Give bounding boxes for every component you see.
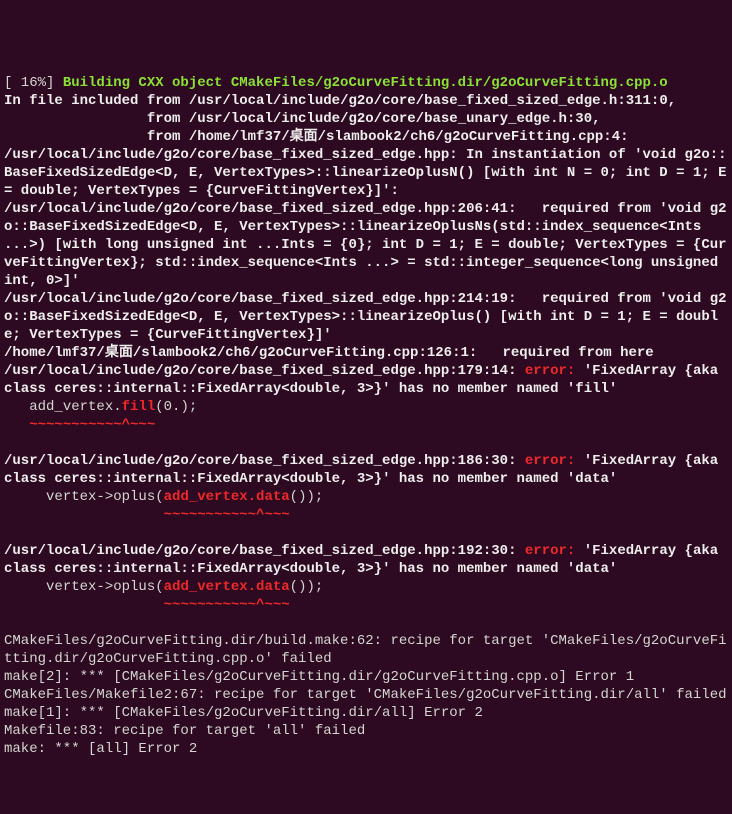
make-output: make[2]: *** [CMakeFiles/g2oCurveFitting… (4, 669, 634, 685)
caret-underline: ~~~~~~~~~~~^~~~ (4, 597, 290, 613)
colon: : (620, 129, 628, 145)
code-snippet: ()); (290, 579, 324, 595)
code-snippet: (0.); (155, 399, 197, 415)
code-snippet: ()); (290, 489, 324, 505)
include-prefix: from (4, 111, 189, 127)
file-loc: /usr/local/include/g2o/core/base_fixed_s… (4, 147, 458, 163)
error-label: error: (525, 543, 575, 559)
member-name: data (575, 561, 609, 577)
include-path: /home/lmf37/桌面/slambook2/ch6/g2oCurveFit… (189, 129, 620, 145)
file-loc: /home/lmf37/桌面/slambook2/ch6/g2oCurveFit… (4, 345, 477, 361)
code-snippet: vertex->oplus( (4, 579, 164, 595)
progress: [ 16%] (4, 75, 63, 91)
make-output: CMakeFiles/g2oCurveFitting.dir/build.mak… (4, 633, 727, 667)
make-output: CMakeFiles/Makefile2:67: recipe for targ… (4, 687, 727, 703)
text: required from ' (516, 201, 667, 217)
make-output: Makefile:83: recipe for target 'all' fai… (4, 723, 365, 739)
error-token: fill (122, 399, 156, 415)
error-token: add_vertex.data (164, 579, 290, 595)
make-output: make[1]: *** [CMakeFiles/g2oCurveFitting… (4, 705, 483, 721)
include-prefix: In file included from (4, 93, 189, 109)
text: In instantiation of ' (458, 147, 643, 163)
text: ' (71, 273, 79, 289)
text: ' has no member named ' (382, 471, 575, 487)
text: ': (382, 183, 399, 199)
caret-underline: ~~~~~~~~~~~^~~~ (4, 507, 290, 523)
text: ' (575, 453, 592, 469)
error-label: error: (525, 363, 575, 379)
text: ' (609, 471, 617, 487)
make-output: make: *** [all] Error 2 (4, 741, 197, 757)
space (516, 363, 524, 379)
file-loc: /usr/local/include/g2o/core/base_fixed_s… (4, 363, 516, 379)
member-name: fill (575, 381, 609, 397)
code-snippet: vertex->oplus( (4, 489, 164, 505)
text: ' has no member named ' (382, 561, 575, 577)
include-path: /usr/local/include/g2o/core/base_unary_e… (189, 111, 592, 127)
text: ' has no member named ' (382, 381, 575, 397)
text: required from ' (516, 291, 667, 307)
error-token: add_vertex.data (164, 489, 290, 505)
text: ' (609, 381, 617, 397)
required-here: required from here (477, 345, 653, 361)
include-path: /usr/local/include/g2o/core/base_fixed_s… (189, 93, 668, 109)
file-loc: /usr/local/include/g2o/core/base_fixed_s… (4, 453, 516, 469)
text: ' (575, 543, 592, 559)
comma: , (668, 93, 676, 109)
building-line: Building CXX object CMakeFiles/g2oCurveF… (63, 75, 668, 91)
text: ' (609, 561, 617, 577)
comma: , (592, 111, 600, 127)
member-name: data (575, 471, 609, 487)
text: ' (575, 363, 592, 379)
error-label: error: (525, 453, 575, 469)
include-prefix: from (4, 129, 189, 145)
file-loc: /usr/local/include/g2o/core/base_fixed_s… (4, 201, 516, 217)
file-loc: /usr/local/include/g2o/core/base_fixed_s… (4, 291, 516, 307)
caret-underline: ~~~~~~~~~~~^~~~ (4, 417, 155, 433)
file-loc: /usr/local/include/g2o/core/base_fixed_s… (4, 543, 516, 559)
terminal-output: { "l1_prefix":"[ 16%] ", "l1_building":"… (0, 0, 732, 814)
code-snippet: add_vertex. (4, 399, 122, 415)
text: ' (323, 327, 331, 343)
